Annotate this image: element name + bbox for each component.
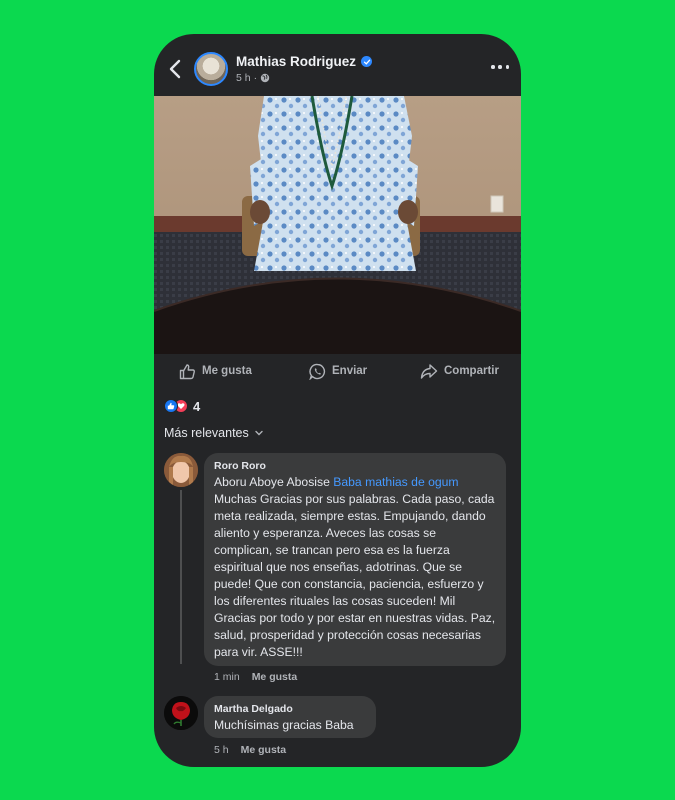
more-options-button[interactable] <box>491 62 509 72</box>
post-meta: 5 h · <box>236 72 270 84</box>
reaction-count: 4 <box>193 398 201 414</box>
post-actions: Me gusta Enviar Compartir <box>154 358 521 384</box>
comment-time: 1 min <box>214 671 240 683</box>
comment-bubble[interactable]: Roro Roro Aboru Aboye Abosise Baba mathi… <box>204 453 506 666</box>
commenter-name[interactable]: Roro Roro <box>214 460 496 472</box>
post-header: Mathias Rodriguez 5 h · <box>154 34 521 96</box>
share-button[interactable]: Compartir <box>420 360 499 382</box>
send-button[interactable]: Enviar <box>309 360 367 382</box>
whatsapp-icon <box>309 363 326 380</box>
commenter-name[interactable]: Martha Delgado <box>214 703 366 715</box>
comment-meta: 5 h Me gusta <box>214 744 286 756</box>
dot-icon <box>505 65 509 69</box>
comment-like-button[interactable]: Me gusta <box>252 671 298 683</box>
dot-icon <box>498 65 502 69</box>
commenter-avatar[interactable] <box>164 453 198 487</box>
globe-icon <box>260 73 270 83</box>
chevron-down-icon <box>255 430 263 436</box>
back-button[interactable] <box>164 56 186 82</box>
comment-sort-dropdown[interactable]: Más relevantes <box>164 426 263 440</box>
post-photo[interactable] <box>154 96 521 354</box>
comment-prefix: Aboru Aboye Abosise <box>214 475 334 489</box>
thread-line <box>180 490 182 664</box>
commenter-avatar-image <box>164 453 198 487</box>
reaction-summary[interactable]: 4 <box>164 398 200 414</box>
rose-avatar-image <box>164 696 198 730</box>
comment-bubble[interactable]: Martha Delgado Muchísimas gracias Baba <box>204 696 376 738</box>
share-label: Compartir <box>444 365 499 377</box>
author-name-row[interactable]: Mathias Rodriguez <box>236 54 373 69</box>
dot-icon <box>491 65 495 69</box>
commenter-avatar[interactable] <box>164 696 198 730</box>
phone-frame: Mathias Rodriguez 5 h · Me gusta Enviar … <box>154 34 521 767</box>
comment-text: Muchísimas gracias Baba <box>214 718 354 732</box>
comment-text: Aboru Aboye Abosise Baba mathias de ogum… <box>214 474 496 661</box>
like-reaction-icon <box>164 399 178 413</box>
comment-meta: 1 min Me gusta <box>214 671 297 683</box>
like-button[interactable]: Me gusta <box>179 360 252 382</box>
author-avatar[interactable] <box>194 52 228 86</box>
meta-separator: · <box>253 72 258 84</box>
send-label: Enviar <box>332 365 368 377</box>
share-arrow-icon <box>420 363 438 379</box>
verified-badge-icon <box>361 56 373 67</box>
sort-label: Más relevantes <box>164 426 249 440</box>
like-label: Me gusta <box>202 365 252 377</box>
author-name[interactable]: Mathias Rodriguez <box>236 54 356 69</box>
chevron-left-icon <box>169 59 181 79</box>
post-photo-image <box>154 96 521 354</box>
post-time: 5 h <box>236 72 251 84</box>
comment-time: 5 h <box>214 744 229 756</box>
mention-link[interactable]: Baba mathias de ogum <box>333 475 458 489</box>
comment-like-button[interactable]: Me gusta <box>241 744 287 756</box>
thumbs-up-icon <box>179 363 195 379</box>
comment-body: Muchas Gracias por sus palabras. Cada pa… <box>214 492 496 659</box>
